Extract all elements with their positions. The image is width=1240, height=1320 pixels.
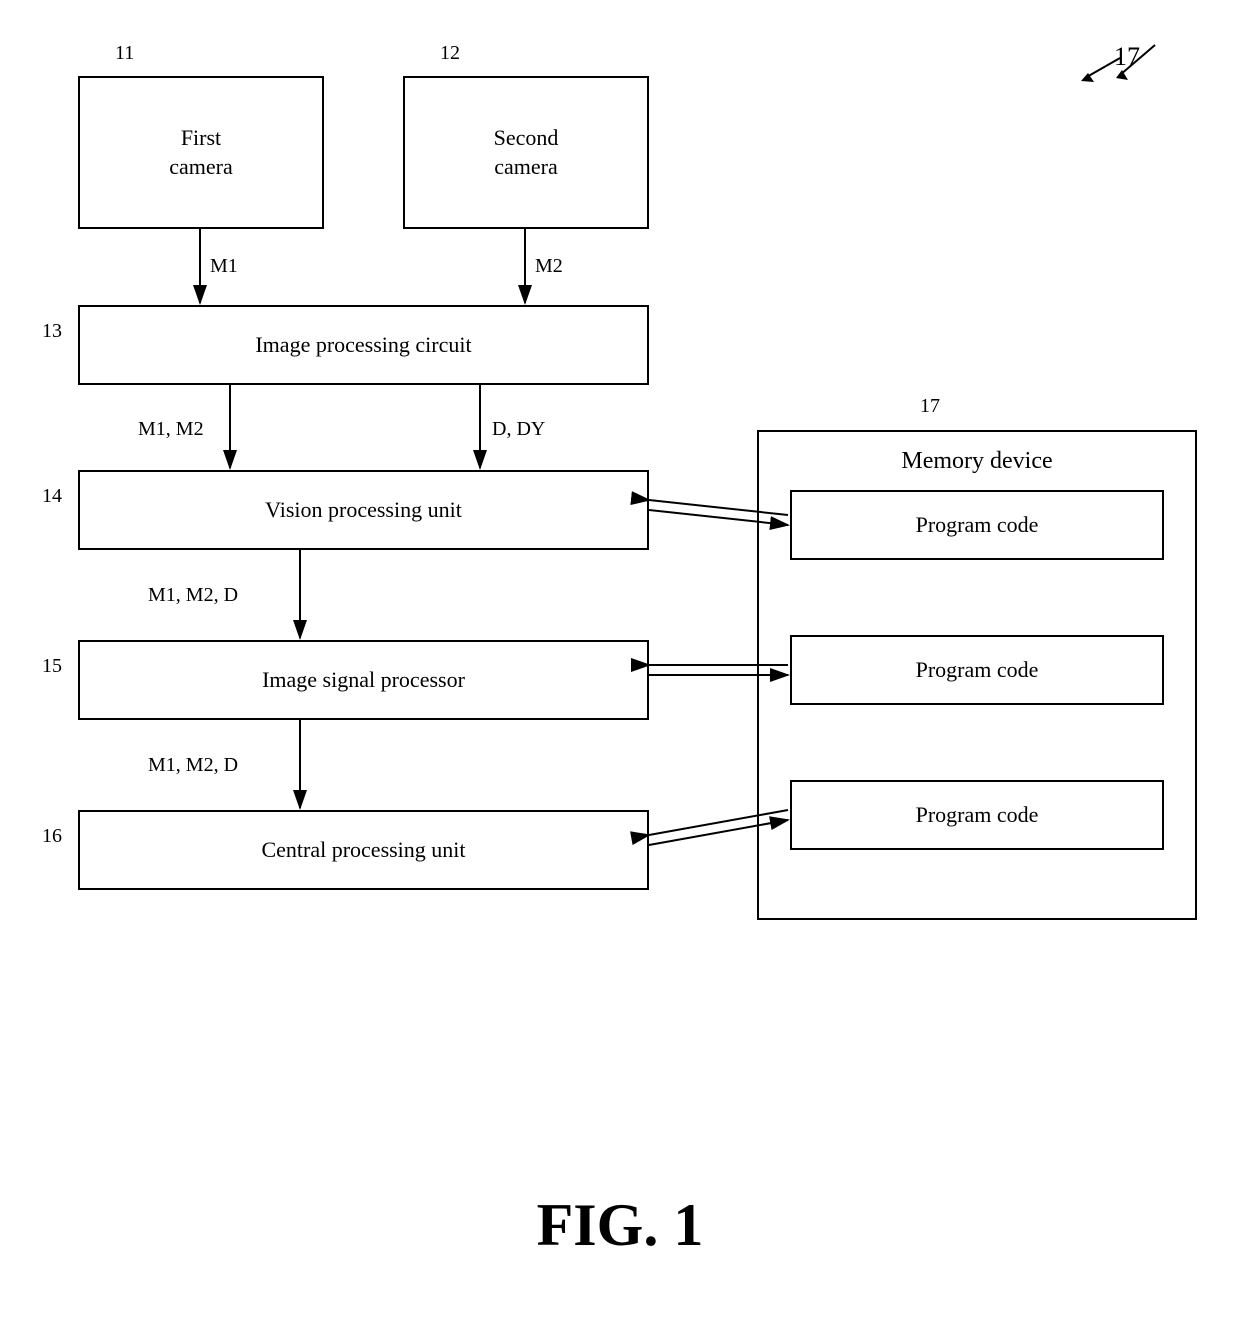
image-processing-label: Image processing circuit (255, 331, 471, 360)
first-camera-box: First camera (78, 76, 324, 229)
central-processing-box: Central processing unit (78, 810, 649, 890)
first-camera-label: First camera (169, 124, 233, 181)
second-camera-id: 12 (440, 42, 460, 65)
figure-label: FIG. 1 (0, 1191, 1240, 1260)
first-camera-id: 11 (115, 42, 134, 65)
image-processing-box: Image processing circuit (78, 305, 649, 385)
program-code-3-box: Program code (790, 780, 1164, 850)
second-camera-box: Second camera (403, 76, 649, 229)
diagram: 17 First camera 11 Second camera 12 Imag… (0, 0, 1240, 1320)
svg-text:M1, M2, D: M1, M2, D (148, 754, 238, 776)
central-processing-label: Central processing unit (261, 836, 465, 865)
vision-processing-id: 14 (42, 485, 62, 508)
image-processing-id: 13 (42, 320, 62, 343)
program-code-3-label: Program code (916, 801, 1039, 830)
memory-device-id: 17 (920, 395, 940, 418)
svg-text:M1, M2: M1, M2 (138, 418, 204, 440)
vision-processing-box: Vision processing unit (78, 470, 649, 550)
program-code-1-box: Program code (790, 490, 1164, 560)
svg-text:M1: M1 (210, 255, 238, 277)
program-code-2-label: Program code (916, 656, 1039, 685)
vision-processing-label: Vision processing unit (265, 496, 462, 525)
second-camera-label: Second camera (494, 124, 559, 181)
image-signal-label: Image signal processor (262, 666, 465, 695)
svg-text:M1, M2, D: M1, M2, D (148, 584, 238, 606)
program-code-2-box: Program code (790, 635, 1164, 705)
program-code-1-label: Program code (916, 511, 1039, 540)
svg-text:M2: M2 (535, 255, 563, 277)
central-processing-id: 16 (42, 825, 62, 848)
svg-text:D, DY: D, DY (492, 418, 545, 440)
system-ref-arrow (1100, 30, 1180, 90)
image-signal-box: Image signal processor (78, 640, 649, 720)
image-signal-id: 15 (42, 655, 62, 678)
